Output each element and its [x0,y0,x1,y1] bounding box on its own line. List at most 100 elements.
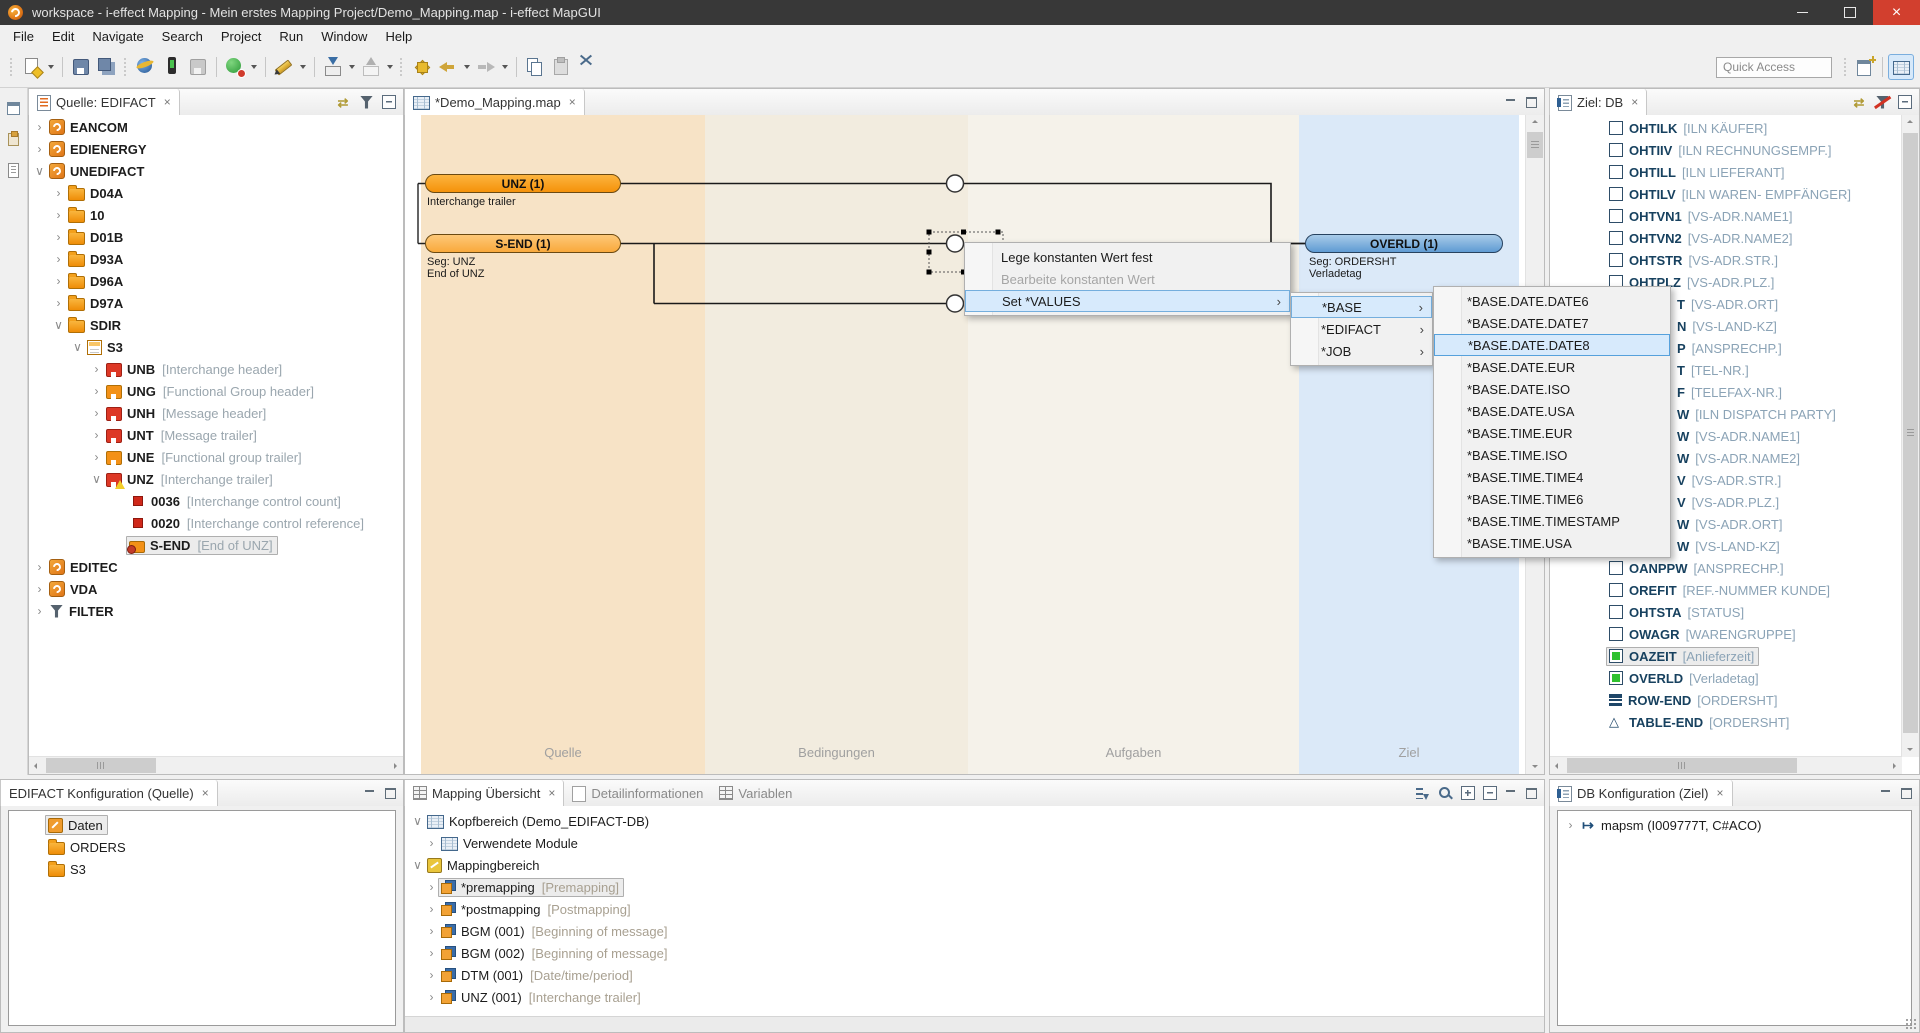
tree-item[interactable]: ∨ Mappingbereich [405,854,1544,876]
expander-icon[interactable]: › [425,946,438,960]
submenu-item[interactable]: *EDIFACT › [1291,318,1432,340]
context-menu-item[interactable]: Set *VALUES › [965,290,1290,312]
submenu-item[interactable]: *BASE.TIME.TIMESTAMP [1434,510,1670,532]
expander-icon[interactable]: › [1564,818,1577,832]
field-checkbox[interactable] [1609,209,1623,223]
submenu-item[interactable]: *BASE.DATE.DATE6 [1434,290,1670,312]
save-all-icon[interactable] [95,55,119,79]
save-as-icon[interactable] [186,55,210,79]
restore-view-icon[interactable] [5,100,22,117]
maximize-view-icon[interactable] [384,787,396,799]
field-checkbox[interactable] [1609,671,1623,685]
expander-icon[interactable]: › [52,186,65,200]
expander-icon[interactable]: › [90,450,103,464]
tree-item[interactable]: › D96A [29,270,403,292]
new-file-icon[interactable] [20,55,44,79]
pencil-icon[interactable] [272,55,296,79]
list-item[interactable]: OANPPW [ANSPRECHP.] [1550,557,1902,579]
submenu-item[interactable]: *BASE.DATE.DATE7 [1434,312,1670,334]
context-menu-item[interactable]: Lege konstanten Wert fest [965,246,1290,268]
list-item[interactable]: OHTIIV [ILN RECHNUNGSEMPF.] [1550,139,1902,161]
submenu-item[interactable]: *BASE.DATE.ISO [1434,378,1670,400]
export-dropdown-icon[interactable] [387,65,393,69]
run-icon[interactable] [223,55,247,79]
field-checkbox[interactable] [1609,715,1623,729]
field-checkbox[interactable] [1609,694,1622,706]
tab-edifact-konfiguration[interactable]: EDIFACT Konfiguration (Quelle) × [0,780,218,806]
field-checkbox[interactable] [1609,583,1623,597]
field-checkbox[interactable] [1609,253,1623,267]
tree-item[interactable]: S-END [End of UNZ] [29,534,403,556]
expander-icon[interactable]: › [33,142,46,156]
list-item[interactable]: OHTVN1 [VS-ADR.NAME1] [1550,205,1902,227]
export-icon[interactable] [359,55,383,79]
tab-detailinformationen[interactable]: Detailinformationen [564,780,711,806]
field-checkbox[interactable] [1609,187,1623,201]
tree-item[interactable]: › UNG [Functional Group header] [29,380,403,402]
expander-icon[interactable]: › [425,990,438,1004]
new-file-dropdown-icon[interactable] [48,65,54,69]
tab-db-konfiguration[interactable]: DB Konfiguration (Ziel) × [1549,780,1733,806]
tree-item[interactable]: › EDITEC [29,556,403,578]
tree-item[interactable]: › UNZ (001) [Interchange trailer] [405,986,1544,1008]
list-item[interactable]: OHTILK [ILN KÄUFER] [1550,117,1902,139]
expander-icon[interactable]: › [90,406,103,420]
tab-demo-mapping[interactable]: *Demo_Mapping.map × [404,89,585,115]
menu-item[interactable]: Window [312,26,376,47]
device-icon[interactable] [160,55,184,79]
tree-item[interactable]: ∨ SDIR [29,314,403,336]
tree-item[interactable]: › D04A [29,182,403,204]
tree-item[interactable]: › UNH [Message header] [29,402,403,424]
expander-icon[interactable]: › [52,296,65,310]
tree-item[interactable]: › *premapping [Premapping] [405,876,1544,898]
quick-access-input[interactable]: Quick Access [1716,57,1832,78]
tree-item[interactable]: › Verwendete Module [405,832,1544,854]
paste-icon[interactable] [549,55,573,79]
collapse-all-icon[interactable] [382,95,396,109]
expander-icon[interactable]: › [33,582,46,596]
save-icon[interactable] [69,55,93,79]
node-send[interactable]: S-END (1) [425,234,621,253]
expander-icon[interactable]: ∨ [52,318,65,332]
tree-item[interactable]: › BGM (001) [Beginning of message] [405,920,1544,942]
tree-item[interactable]: › DTM (001) [Date/time/period] [405,964,1544,986]
list-item[interactable]: OHTSTR [VS-ADR.STR.] [1550,249,1902,271]
vertical-scrollbar[interactable] [1901,115,1919,757]
tab-quelle-edifact[interactable]: Quelle: EDIFACT × [28,89,180,115]
list-item[interactable]: OWAGR [WARENGRUPPE] [1550,623,1902,645]
config-item[interactable]: › mapsm (I009777T, C#ACO) [1558,814,1911,836]
expander-icon[interactable]: › [90,384,103,398]
tree-item[interactable]: › BGM (002) [Beginning of message] [405,942,1544,964]
notes-view-icon[interactable] [5,162,22,179]
horizontal-scrollbar[interactable] [29,756,403,774]
tree-item[interactable]: › UNB [Interchange header] [29,358,403,380]
run-dropdown-icon[interactable] [251,65,257,69]
tab-close-icon[interactable]: × [569,95,576,109]
tree-item[interactable]: › FILTER [29,600,403,622]
config-item[interactable]: Daten [9,814,395,836]
node-overld[interactable]: OVERLD (1) [1305,234,1503,253]
tree-item[interactable]: ∨ UNZ [Interchange trailer] [29,468,403,490]
expander-icon[interactable]: › [52,274,65,288]
list-item[interactable]: TABLE-END [ORDERSHT] [1550,711,1902,733]
mapping-canvas[interactable]: UNZ (1) Interchange trailer S-END (1) Se… [405,115,1544,774]
expander-icon[interactable]: ∨ [411,814,424,828]
mapgui-perspective-icon[interactable] [1888,54,1914,80]
tree-item[interactable]: › UNE [Functional group trailer] [29,446,403,468]
expander-icon[interactable]: › [425,968,438,982]
list-item[interactable]: OHTILV [ILN WAREN- EMPFÄNGER] [1550,183,1902,205]
maximize-view-icon[interactable] [1900,787,1912,799]
submenu-item[interactable]: *BASE.TIME.USA [1434,532,1670,554]
menu-item[interactable]: Navigate [83,26,152,47]
tree-item[interactable]: › D93A [29,248,403,270]
tree-item[interactable]: › EDIENERGY [29,138,403,160]
expander-icon[interactable]: ∨ [411,858,424,872]
context-menu-item[interactable]: Bearbeite konstanten Wert [965,268,1290,290]
tab-close-icon[interactable]: × [548,786,555,800]
submenu-item[interactable]: *JOB › [1291,340,1432,362]
new-wizard-icon[interactable] [410,55,434,79]
tab-close-icon[interactable]: × [202,786,209,800]
menu-item[interactable]: File [4,26,43,47]
close-button[interactable]: × [1873,0,1920,25]
minimize-view-icon[interactable] [364,787,376,799]
